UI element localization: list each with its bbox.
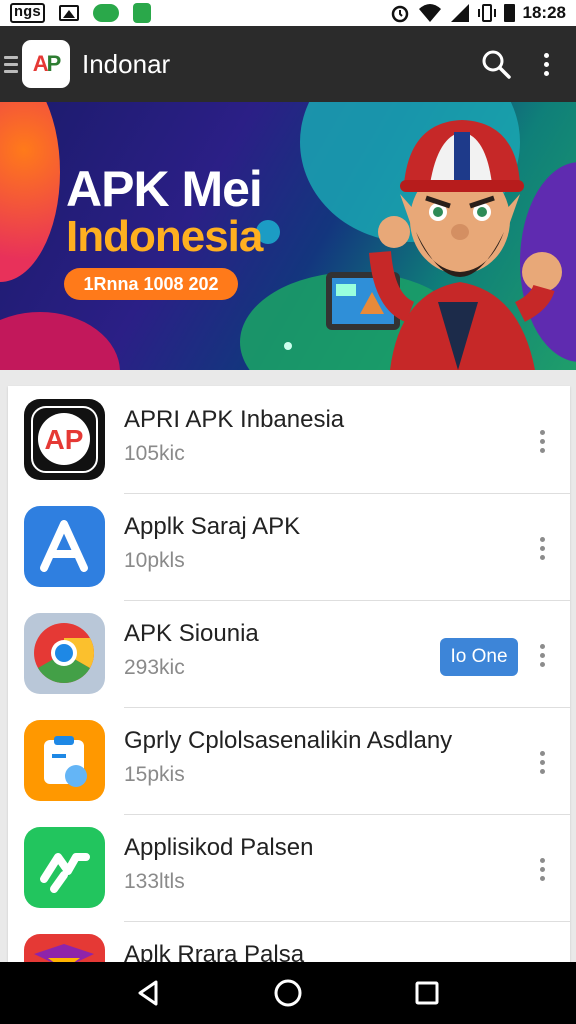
app-bar: AP Indonar [0,26,576,102]
battery-icon [503,4,515,22]
status-right: 18:28 [390,3,566,23]
divider [124,814,570,815]
list-item[interactable]: Applk Saraj APK 10pkls [8,493,570,600]
banner-title: APK Mei [66,161,263,217]
clipboard-app-icon [24,720,105,801]
divider [124,493,570,494]
list-item[interactable]: Applisikod Palsen 133ltls [8,814,570,921]
back-icon[interactable] [134,978,164,1008]
app-subtitle: 105kic [124,442,185,465]
gallery-icon [59,5,80,21]
more-vert-icon[interactable] [540,537,546,560]
app-logo: AP [22,40,70,88]
nav-bar [0,962,576,1024]
app-bar-actions [480,48,550,80]
home-icon[interactable] [273,978,303,1008]
list-item[interactable]: APK Siounia 293kic Io One [8,600,570,707]
vibrate-icon [477,4,496,22]
status-bar: ngs 18:28 [0,0,576,26]
alarm-icon [391,5,408,23]
svg-text:AP: AP [45,424,84,455]
app-store-icon [24,506,105,587]
app-title: Gprly Cplolsasenalikin Asdlany [124,727,453,754]
divider [124,921,570,922]
app-subtitle: 15pkis [124,763,185,786]
status-tag: ngs [10,3,46,23]
ap-logo-icon: AP [24,399,105,480]
logo-letter-a: A [32,51,49,76]
promo-banner[interactable]: APK Mei Indonesia 1Rnna 1008 202 [0,102,576,370]
app-title: APRI APK Inbanesia [124,406,345,433]
logo-letter-p: P [46,51,62,76]
banner-subtitle: Indonesia [66,212,263,261]
more-vert-icon[interactable] [540,858,546,881]
wifi-icon [418,4,441,22]
gamepad-icon [93,4,120,22]
app-subtitle: 293kic [124,656,185,679]
app-title: Applisikod Palsen [124,834,314,861]
arrow-app-icon [24,827,105,908]
more-vert-icon[interactable] [540,644,546,667]
app-title: APK Siounia [124,620,259,647]
more-vert-icon[interactable] [540,751,546,774]
app-subtitle: 133ltls [124,870,185,893]
banner-pill: 1Rnna 1008 202 [64,268,238,300]
drawer-icon[interactable] [4,55,18,73]
status-time: 18:28 [522,3,566,22]
signal-icon [450,4,469,22]
list-item[interactable]: AP APRI APK Inbanesia 105kic [8,386,570,493]
chrome-icon [24,613,105,694]
mascot-illustration [326,120,562,370]
divider [124,707,570,708]
divider [124,600,570,601]
list-item[interactable]: Gprly Cplolsasenalikin Asdlany 15pkis [8,707,570,814]
search-icon[interactable] [480,48,512,80]
app-title: Indonar [82,48,171,79]
app-subtitle: 10pkls [124,549,185,572]
shield-icon [133,3,152,23]
more-vert-icon[interactable] [540,430,546,453]
app-list: AP APRI APK Inbanesia 105kic Applk Saraj… [8,386,570,976]
status-left: ngs [10,3,152,23]
recents-icon[interactable] [412,978,442,1008]
open-button[interactable]: Io One [440,638,518,676]
more-vert-icon[interactable] [542,52,550,76]
app-title: Applk Saraj APK [124,513,301,540]
